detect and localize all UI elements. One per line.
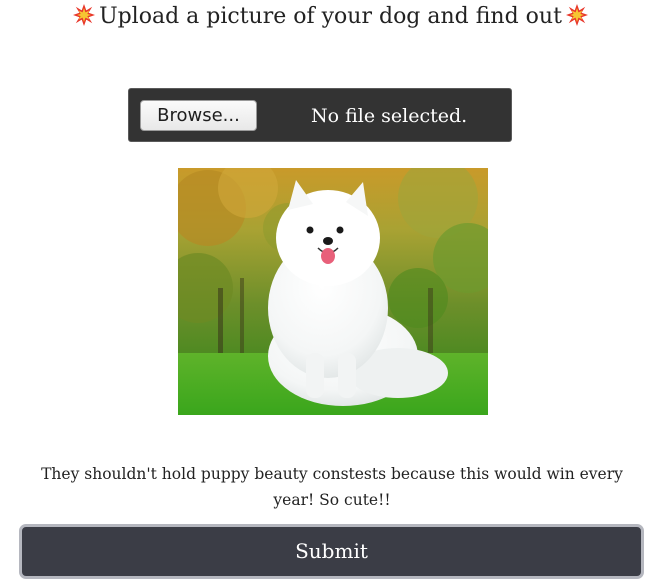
browse-button[interactable]: Browse... xyxy=(140,100,257,131)
collision-icon xyxy=(565,4,588,26)
submit-button[interactable]: Submit xyxy=(19,524,644,579)
page-title: Upload a picture of your dog and find ou… xyxy=(0,2,661,32)
collision-icon xyxy=(73,4,96,26)
page-title-text: Upload a picture of your dog and find ou… xyxy=(99,4,562,29)
result-text: They shouldn't hold puppy beauty constes… xyxy=(41,465,623,509)
file-status-text: No file selected. xyxy=(311,105,468,127)
file-input[interactable]: Browse... No file selected. xyxy=(128,88,512,142)
dog-preview-image xyxy=(178,168,488,415)
